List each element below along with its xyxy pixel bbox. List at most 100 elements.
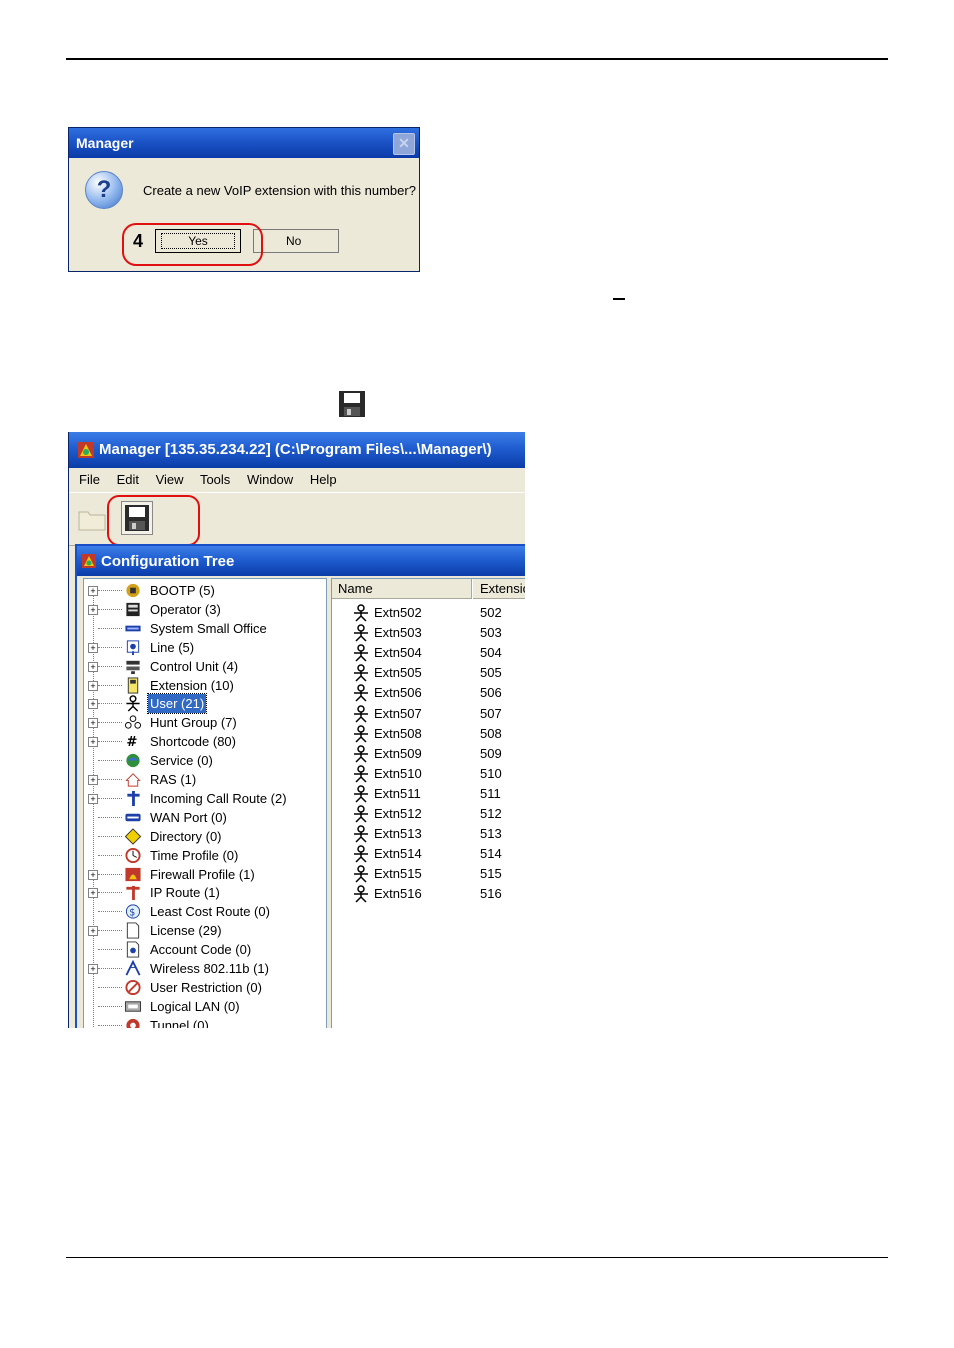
expand-icon[interactable]: + [88, 888, 98, 899]
tree-item[interactable]: + IP Route (1) [84, 883, 324, 902]
license-icon [126, 922, 140, 939]
column-header-extension[interactable]: Extension [473, 579, 525, 599]
tree-item[interactable]: + RAS (1) [84, 770, 324, 789]
tree-item[interactable]: + Control Unit (4) [84, 657, 324, 676]
tree-item-label: Firewall Profile (1) [150, 866, 255, 882]
user-name: Extn508 [374, 725, 422, 741]
tree-item[interactable]: + Extension (10) [84, 676, 324, 695]
user-extension: 504 [480, 645, 502, 661]
list-item[interactable]: Extn513 513 [332, 824, 525, 844]
list-item[interactable]: Extn506 506 [332, 683, 525, 703]
tree-line [98, 684, 122, 686]
question-icon: ? [85, 171, 123, 209]
tree-item[interactable]: Directory (0) [84, 827, 324, 846]
list-item[interactable]: Extn516 516 [332, 884, 525, 904]
tree-item[interactable]: Service (0) [84, 751, 324, 770]
user-extension: 511 [480, 785, 501, 801]
list-item[interactable]: Extn508 508 [332, 724, 525, 744]
service-icon [126, 753, 140, 768]
tree-item[interactable]: $ Least Cost Route (0) [84, 902, 324, 921]
tree-item-label: Extension (10) [150, 677, 234, 693]
menu-view[interactable]: View [156, 472, 184, 487]
close-icon[interactable]: ✕ [393, 133, 415, 155]
list-item[interactable]: Extn515 515 [332, 864, 525, 884]
user-name: Extn512 [374, 806, 422, 821]
tree-item[interactable]: + Firewall Profile (1) [84, 865, 324, 884]
tree-item[interactable]: + Line (5) [84, 638, 324, 657]
user-name: Extn505 [374, 665, 422, 681]
tree-item-label: Tunnel (0) [150, 1017, 209, 1028]
list-item[interactable]: Extn509 509 [332, 744, 525, 764]
list-item[interactable]: Extn503 503 [332, 623, 525, 643]
tree-item[interactable]: Account Code (0) [84, 940, 324, 959]
expand-icon[interactable]: + [88, 604, 98, 615]
list-header: Name Extension [332, 579, 525, 599]
tree-line [98, 949, 122, 951]
tree-item[interactable]: Time Profile (0) [84, 846, 324, 865]
expand-icon[interactable]: + [88, 964, 98, 974]
no-button[interactable]: No [253, 229, 339, 253]
expand-icon[interactable]: + [88, 737, 98, 748]
tree-line [98, 646, 122, 648]
tree-item[interactable]: + # Shortcode (80) [84, 732, 324, 751]
expand-icon[interactable]: + [88, 775, 98, 785]
user-extension: 502 [480, 605, 502, 620]
tree-line [98, 608, 122, 610]
save-disk-icon [339, 391, 365, 417]
tree-item-label: Hunt Group (7) [150, 715, 237, 731]
list-item[interactable]: Extn502 502 [332, 603, 525, 623]
list-item[interactable]: Extn507 507 [332, 704, 525, 724]
expand-icon[interactable]: + [88, 642, 98, 653]
user-icon [354, 664, 368, 682]
tree-item[interactable]: + Wireless 802.11b (1) [84, 959, 324, 978]
user-name: Extn506 [374, 685, 422, 701]
user-icon [354, 805, 368, 823]
tree-item[interactable]: + Operator (3) [84, 600, 324, 619]
list-item[interactable]: Extn512 512 [332, 804, 525, 824]
list-item[interactable]: Extn504 504 [332, 643, 525, 663]
user-extension: 508 [480, 725, 502, 741]
user-icon [354, 724, 368, 743]
tree-item-label: License (29) [150, 923, 222, 939]
expand-icon[interactable]: + [88, 793, 98, 804]
tree-item[interactable]: + License (29) [84, 921, 324, 940]
expand-icon[interactable]: + [88, 699, 98, 710]
tree-item[interactable]: WAN Port (0) [84, 808, 324, 827]
tree-item[interactable]: User Restriction (0) [84, 978, 324, 997]
menu-file[interactable]: File [79, 472, 100, 487]
user-name: Extn514 [374, 846, 422, 862]
menu-edit[interactable]: Edit [117, 472, 139, 487]
toolbar [69, 492, 525, 546]
tree-item[interactable]: + User (21) [84, 693, 324, 715]
tree-item[interactable]: Tunnel (0) [84, 1016, 324, 1028]
tree-item[interactable]: + BOOTP (5) [84, 581, 324, 600]
list-item[interactable]: Extn514 514 [332, 844, 525, 864]
tree-item[interactable]: + Incoming Call Route (2) [84, 789, 324, 808]
folder-icon[interactable] [77, 506, 107, 532]
list-item[interactable]: Extn511 511 [332, 784, 525, 804]
list-item[interactable]: Extn505 505 [332, 663, 525, 683]
column-header-name[interactable]: Name [332, 579, 472, 599]
expand-icon[interactable]: + [88, 680, 98, 691]
expand-icon[interactable]: + [88, 661, 98, 672]
expand-icon[interactable]: + [88, 926, 98, 937]
menu-tools[interactable]: Tools [200, 472, 230, 487]
tree-item[interactable]: System Small Office [84, 619, 324, 638]
expand-icon[interactable]: + [88, 718, 98, 729]
user-extension: 516 [480, 886, 502, 902]
expand-icon[interactable]: + [88, 586, 98, 596]
user-extension: 509 [480, 745, 502, 761]
tree-line [98, 854, 122, 856]
list-item[interactable]: Extn510 510 [332, 764, 525, 784]
menu-bar: File Edit View Tools Window Help [69, 468, 525, 492]
tree-item[interactable]: Logical LAN (0) [84, 997, 324, 1016]
menu-window[interactable]: Window [247, 472, 293, 487]
tree-item-label: Directory (0) [150, 828, 222, 844]
tree-item-label: Control Unit (4) [150, 658, 239, 674]
user-icon [354, 624, 368, 642]
expand-icon[interactable]: + [88, 869, 98, 880]
tree-item[interactable]: + Hunt Group (7) [84, 713, 324, 732]
menu-help[interactable]: Help [310, 472, 337, 487]
top-rule [66, 58, 888, 60]
user-icon [354, 785, 368, 803]
